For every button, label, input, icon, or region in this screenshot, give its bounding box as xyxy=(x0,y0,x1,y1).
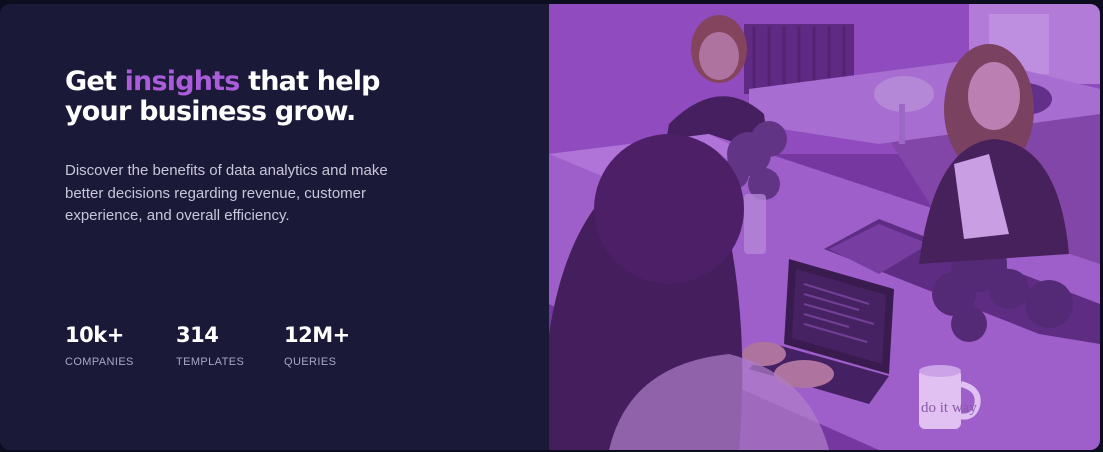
headline-accent-word: insights xyxy=(124,66,241,97)
office-illustration: do it way xyxy=(549,4,1100,450)
hero-description: Discover the benefits of data analytics … xyxy=(65,162,388,224)
stat-label: QUERIES xyxy=(284,356,337,368)
stats-row: 10k+ COMPANIES 314 TEMPLATES 12M+ QUERIE… xyxy=(65,322,404,368)
stat-value: 12M+ xyxy=(284,323,350,347)
stat-value: 10k+ xyxy=(65,323,124,347)
headline-part-1: Get xyxy=(65,66,125,97)
stat-templates: 314 TEMPLATES xyxy=(176,322,284,368)
stat-label: COMPANIES xyxy=(65,356,134,368)
hero-text-column: Get insights that help your business gro… xyxy=(65,4,525,450)
stat-label: TEMPLATES xyxy=(176,356,245,368)
hero-headline: Get insights that help your business gro… xyxy=(65,67,445,127)
hero-card: Get insights that help your business gro… xyxy=(0,4,1100,450)
stat-queries: 12M+ QUERIES xyxy=(284,322,404,368)
mug-text: do it way xyxy=(921,400,977,416)
hero-photo: do it way xyxy=(549,4,1100,450)
stat-value: 314 xyxy=(176,323,219,347)
stat-companies: 10k+ COMPANIES xyxy=(65,322,176,368)
